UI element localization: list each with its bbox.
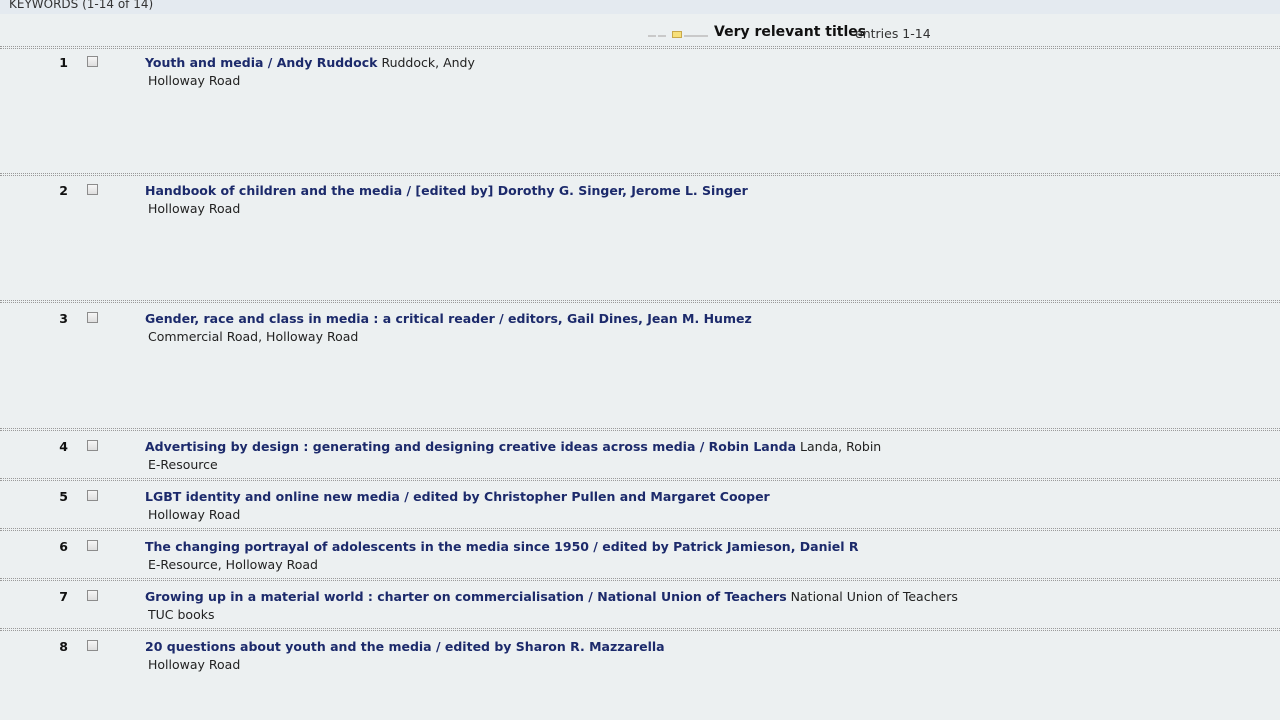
result-location: Holloway Road — [148, 657, 241, 672]
result-number: 1 — [59, 55, 68, 70]
keywords-count-label: KEYWORDS (1-14 of 14) — [9, 0, 154, 11]
result-location: Holloway Road — [148, 507, 241, 522]
relevance-header: Very relevant titles entries 1-14 — [0, 16, 1280, 46]
result-author: National Union of Teachers — [790, 589, 958, 604]
result-number: 6 — [59, 539, 68, 554]
relevance-indicator-icon — [648, 31, 708, 38]
row-divider — [0, 578, 1280, 581]
row-divider — [0, 428, 1280, 431]
result-number: 2 — [59, 183, 68, 198]
result-number: 4 — [59, 439, 68, 454]
result-title-link[interactable]: Growing up in a material world : charter… — [145, 589, 787, 604]
result-title-line: 20 questions about youth and the media /… — [145, 639, 669, 654]
result-author: Landa, Robin — [800, 439, 882, 454]
result-title-line: Youth and media / Andy Ruddock Ruddock, A… — [145, 55, 475, 70]
result-title-line: The changing portrayal of adolescents in… — [145, 539, 863, 554]
result-location: E-Resource, Holloway Road — [148, 557, 318, 572]
result-number: 3 — [59, 311, 68, 326]
relevance-title: Very relevant titles — [714, 24, 867, 40]
result-number: 8 — [59, 639, 68, 654]
result-title-link[interactable]: Handbook of children and the media / [ed… — [145, 183, 748, 198]
row-divider — [0, 46, 1280, 49]
result-title-link[interactable]: The changing portrayal of adolescents in… — [145, 539, 859, 554]
results-header-bar: KEYWORDS (1-14 of 14) — [0, 0, 1280, 14]
result-location: Holloway Road — [148, 73, 241, 88]
result-title-link[interactable]: Advertising by design : generating and d… — [145, 439, 796, 454]
result-title-link[interactable]: LGBT identity and online new media / edi… — [145, 489, 770, 504]
result-title-link[interactable]: Gender, race and class in media : a crit… — [145, 311, 752, 326]
entries-range-label: entries 1-14 — [855, 26, 931, 41]
select-checkbox[interactable] — [87, 184, 98, 195]
result-location: E-Resource — [148, 457, 218, 472]
select-checkbox[interactable] — [87, 490, 98, 501]
result-title-line: Growing up in a material world : charter… — [145, 589, 958, 604]
select-checkbox[interactable] — [87, 640, 98, 651]
result-author: Ruddock, Andy — [381, 55, 475, 70]
result-number: 5 — [59, 489, 68, 504]
result-location: TUC books — [148, 607, 215, 622]
select-checkbox[interactable] — [87, 56, 98, 67]
result-location: Commercial Road, Holloway Road — [148, 329, 359, 344]
select-checkbox[interactable] — [87, 540, 98, 551]
result-title-line: Handbook of children and the media / [ed… — [145, 183, 752, 198]
row-divider — [0, 528, 1280, 531]
result-title-link[interactable]: 20 questions about youth and the media /… — [145, 639, 665, 654]
result-location: Holloway Road — [148, 201, 241, 216]
result-title-line: Gender, race and class in media : a crit… — [145, 311, 756, 326]
result-title-line: LGBT identity and online new media / edi… — [145, 489, 774, 504]
row-divider — [0, 300, 1280, 303]
row-divider — [0, 173, 1280, 176]
select-checkbox[interactable] — [87, 590, 98, 601]
result-title-line: Advertising by design : generating and d… — [145, 439, 881, 454]
result-title-link[interactable]: Youth and media / Andy Ruddock — [145, 55, 377, 70]
result-number: 7 — [59, 589, 68, 604]
select-checkbox[interactable] — [87, 312, 98, 323]
row-divider — [0, 628, 1280, 631]
row-divider — [0, 478, 1280, 481]
select-checkbox[interactable] — [87, 440, 98, 451]
